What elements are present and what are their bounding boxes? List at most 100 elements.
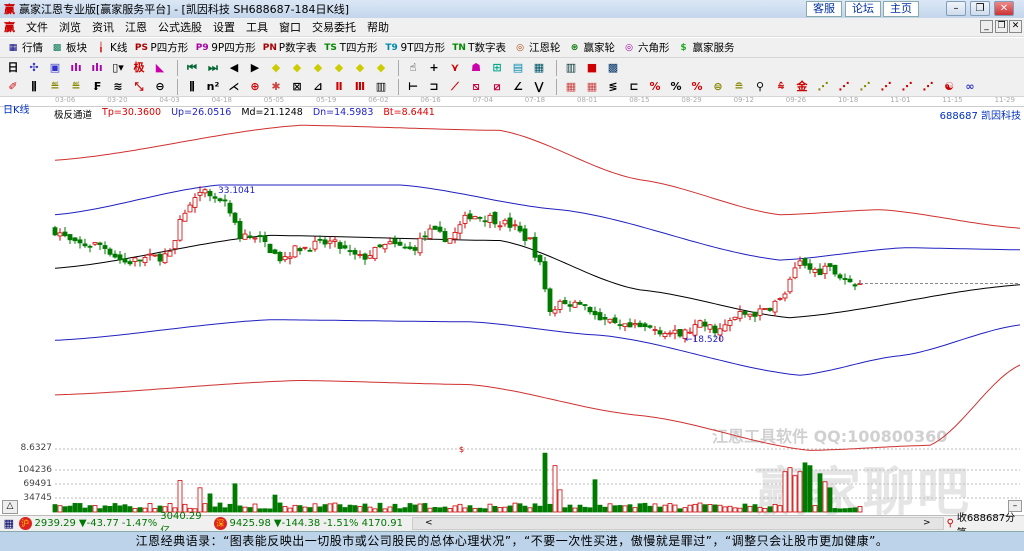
tool-fib[interactable]: ≝ <box>48 80 62 94</box>
forum-link[interactable]: 论坛 <box>845 1 881 17</box>
tool-grid2[interactable]: ▦ <box>564 80 578 94</box>
menu-item[interactable]: 帮助 <box>367 19 389 35</box>
menu-item[interactable]: 江恩 <box>125 19 147 35</box>
tool-pct[interactable]: % <box>669 80 683 94</box>
tool-tool-a[interactable]: Ⅱ <box>332 80 346 94</box>
menu-item[interactable]: 文件 <box>26 19 48 35</box>
tool-slope4[interactable]: ⋰ <box>879 80 893 94</box>
tool-square[interactable]: ⧅ <box>469 80 483 94</box>
close-button[interactable]: ✕ <box>994 1 1014 16</box>
tool-slope2[interactable]: ⋰ <box>837 80 851 94</box>
tool-frame[interactable]: ⊏ <box>627 80 641 94</box>
toolbar-button-dollar[interactable]: $ 赢家服务 <box>677 40 734 55</box>
mdi-close-button[interactable]: ✕ <box>1009 20 1022 33</box>
tool-n2[interactable]: n² <box>206 80 220 94</box>
tool-first[interactable]: ⏮ <box>185 61 199 75</box>
toolbar-button-blocks[interactable]: ▩ 板块 <box>50 40 87 55</box>
homepage-link[interactable]: 主页 <box>883 1 919 17</box>
customer-service-link[interactable]: 客服 <box>806 1 842 17</box>
tool-rise[interactable]: ⩯ <box>774 80 788 94</box>
tool-shrink[interactable]: ◆ <box>374 61 388 75</box>
expand-panel-button[interactable]: △ <box>2 500 18 514</box>
tool-line-tool[interactable]: ⤡ <box>132 80 146 94</box>
tool-zoom-out[interactable]: ◆ <box>332 61 346 75</box>
tool-cycle[interactable]: ⫼ <box>185 80 199 94</box>
tool-coin[interactable]: ⊜ <box>711 80 725 94</box>
tool-gann[interactable]: ⊕ <box>248 80 262 94</box>
tool-tool-c[interactable]: ▥ <box>374 80 388 94</box>
tool-prev[interactable]: ◀ <box>227 61 241 75</box>
tool-bars[interactable]: ılı <box>69 61 83 75</box>
tool-period-dropdown[interactable]: 日▾ <box>6 61 20 88</box>
toolbar-button-t9[interactable]: T9 9T四方形 <box>385 40 445 55</box>
toolbar-button-target[interactable]: ◎ 江恩轮 <box>513 40 560 55</box>
menu-item[interactable]: 窗口 <box>279 19 301 35</box>
toolbar-button-pn[interactable]: PN P数字表 <box>263 40 317 55</box>
tool-yin-yang[interactable]: ☯ <box>942 80 956 94</box>
restore-button[interactable]: ❐ <box>970 1 990 16</box>
tool-pen[interactable]: ✐ <box>6 80 20 94</box>
tool-rect[interactable]: ⊐ <box>427 80 441 94</box>
tool-chart-type[interactable]: ✣ <box>27 61 41 75</box>
tool-last[interactable]: ⏭ <box>206 61 220 75</box>
tool-fib2[interactable]: ≝ <box>69 80 83 94</box>
tool-lines[interactable]: ≶ <box>606 80 620 94</box>
toolbar-button-ts[interactable]: TS T四方形 <box>324 40 377 55</box>
tool-calendar[interactable]: ▤ <box>511 61 525 75</box>
tool-fan[interactable]: ⋌ <box>227 80 241 94</box>
tool-calc[interactable]: ⊞ <box>490 61 504 75</box>
tool-slope5[interactable]: ⋰ <box>900 80 914 94</box>
tool-tool-b[interactable]: Ⅲ <box>353 80 367 94</box>
tool-move-up[interactable]: ◆ <box>269 61 283 75</box>
tool-coin2[interactable]: ≘ <box>732 80 746 94</box>
tool-diag[interactable]: ⧄ <box>490 80 504 94</box>
tool-hand[interactable]: ☝ <box>406 61 420 75</box>
tool-tool-d[interactable]: ⊢ <box>406 80 420 94</box>
scroll-left-button[interactable]: < <box>425 518 433 529</box>
tool-gold[interactable]: 金 <box>795 80 809 94</box>
scroll-right-button[interactable]: > <box>923 518 931 529</box>
tool-slope6[interactable]: ⋰ <box>921 80 935 94</box>
tool-star[interactable]: ✱ <box>269 80 283 94</box>
tool-grid3[interactable]: ▦ <box>585 80 599 94</box>
tool-angle[interactable]: ⊿ <box>311 80 325 94</box>
toolbar-button-tn[interactable]: TN T数字表 <box>452 40 506 55</box>
toolbar-button-grid[interactable]: ▦ 行情 <box>6 40 43 55</box>
tool-circle[interactable]: ⊖ <box>153 80 167 94</box>
tool-calculator[interactable]: ▦ <box>532 61 546 75</box>
tool-tool[interactable]: ☗ <box>469 61 483 75</box>
mdi-minimize-button[interactable]: _ <box>980 20 993 33</box>
tool-move-down[interactable]: ◆ <box>290 61 304 75</box>
tool-parallel[interactable]: ⫼ <box>27 80 41 94</box>
tool-info[interactable]: ▣ <box>48 61 62 75</box>
toolbar-button-wheel[interactable]: ⊛ 赢家轮 <box>568 40 615 55</box>
tool-zoom-in[interactable]: ◆ <box>311 61 325 75</box>
tool-indicator[interactable]: 极 <box>132 61 146 75</box>
menu-item[interactable]: 浏览 <box>59 19 81 35</box>
toolbar-button-ps[interactable]: PS P四方形 <box>134 40 188 55</box>
tool-line[interactable]: ⋎ <box>448 61 462 75</box>
menu-item[interactable]: 交易委托 <box>312 19 356 35</box>
tool-pin[interactable]: ⚲ <box>753 80 767 94</box>
tool-infinity[interactable]: ∞ <box>963 80 977 94</box>
tool-flag[interactable]: ◣ <box>153 61 167 75</box>
toolbar-button-p9[interactable]: P9 9P四方形 <box>195 40 256 55</box>
tool-pct2[interactable]: % <box>690 80 704 94</box>
menu-item[interactable]: 设置 <box>213 19 235 35</box>
toolbar-button-hexagon[interactable]: ◎ 六角形 <box>622 40 669 55</box>
menu-item[interactable]: 资讯 <box>92 19 114 35</box>
tool-percent[interactable]: % <box>648 80 662 94</box>
tool-slope3[interactable]: ⋰ <box>858 80 872 94</box>
minimize-button[interactable]: – <box>946 1 966 16</box>
tool-bars2[interactable]: ılı <box>90 61 104 75</box>
calculator-icon[interactable]: ▦ <box>2 517 16 531</box>
tool-crosshair[interactable]: + <box>427 61 441 75</box>
tool-slope[interactable]: ⋰ <box>816 80 830 94</box>
tool-wave[interactable]: ≋ <box>111 80 125 94</box>
tool-expand[interactable]: ◆ <box>353 61 367 75</box>
tool-f[interactable]: ₣ <box>90 80 104 94</box>
tool-print[interactable]: ▩ <box>606 61 620 75</box>
tool-save[interactable]: ■ <box>585 61 599 75</box>
menu-item[interactable]: 公式选股 <box>158 19 202 35</box>
horizontal-scrollbar[interactable]: < > <box>411 517 944 530</box>
